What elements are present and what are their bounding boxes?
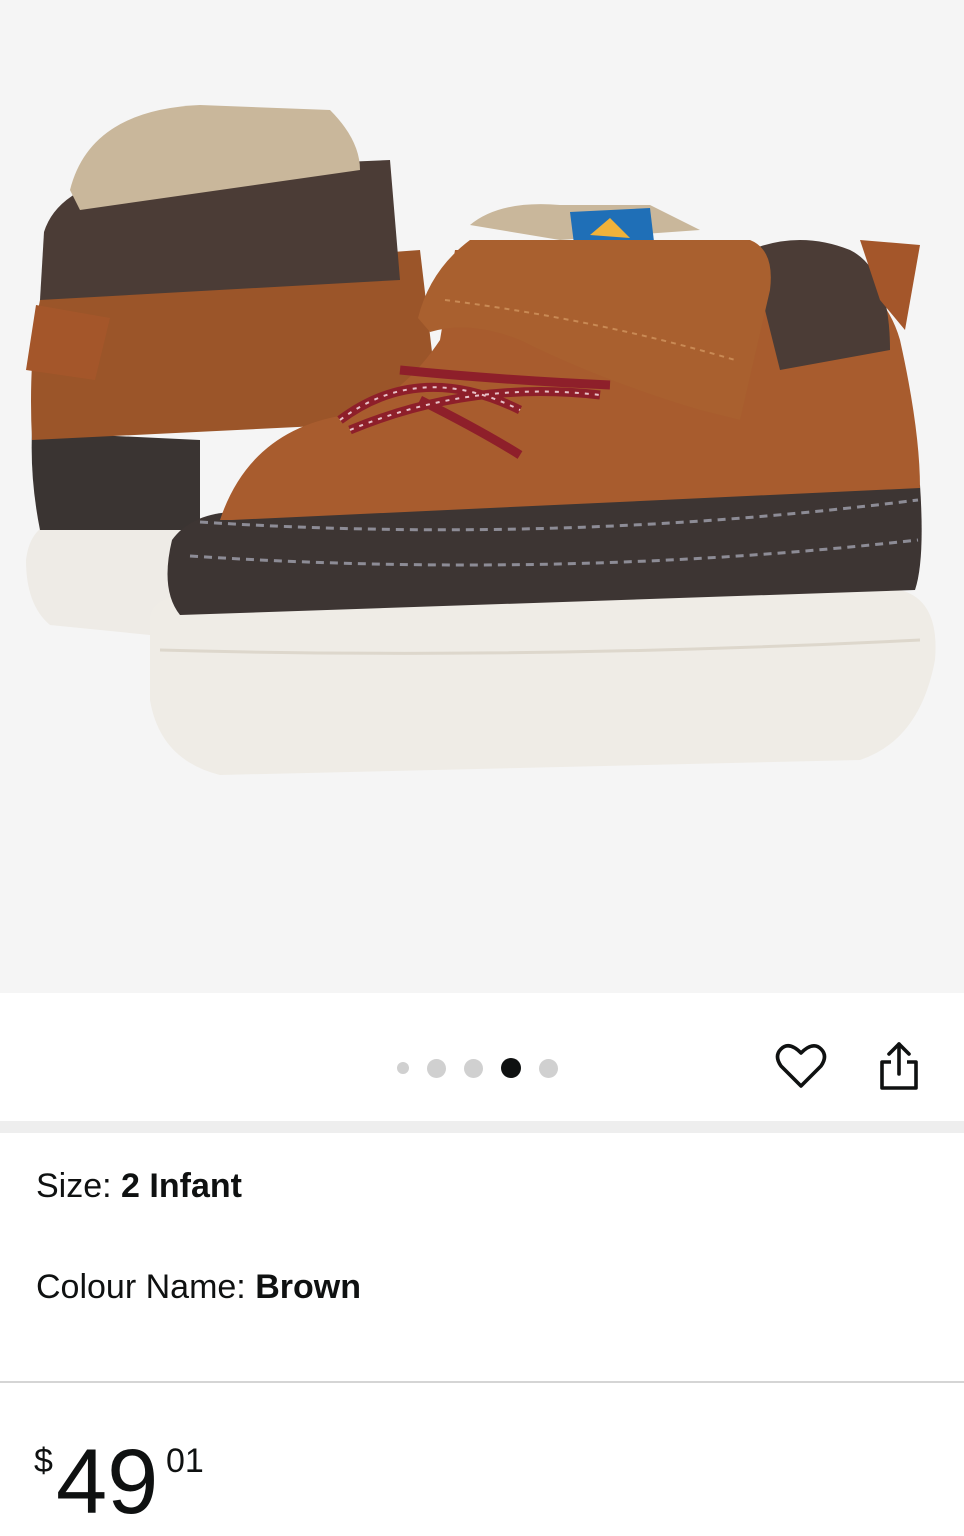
colour-option[interactable]: Colour Name: Brown [36, 1267, 361, 1307]
price-currency: $ [34, 1442, 53, 1480]
shoe-illustration [26, 105, 936, 775]
wishlist-button[interactable] [771, 1036, 831, 1096]
section-divider [0, 1121, 964, 1133]
colour-value: Brown [255, 1268, 361, 1306]
price-whole: 49 [56, 1431, 159, 1533]
carousel-dot[interactable] [539, 1058, 558, 1078]
image-carousel-indicator[interactable] [397, 1058, 558, 1078]
share-icon [880, 1042, 918, 1090]
size-value: 2 Infant [121, 1167, 242, 1205]
size-option[interactable]: Size: 2 Infant [36, 1166, 242, 1206]
carousel-dot[interactable] [427, 1058, 446, 1078]
heart-icon [775, 1044, 827, 1088]
colour-label: Colour Name: [36, 1268, 256, 1306]
product-image[interactable] [0, 0, 964, 993]
carousel-dot[interactable] [464, 1058, 483, 1078]
share-button[interactable] [869, 1036, 929, 1096]
divider [0, 1381, 964, 1383]
carousel-dot[interactable] [397, 1062, 409, 1074]
carousel-dot-active[interactable] [501, 1058, 521, 1078]
size-label: Size: [36, 1167, 122, 1205]
price-fraction: 01 [166, 1442, 204, 1480]
